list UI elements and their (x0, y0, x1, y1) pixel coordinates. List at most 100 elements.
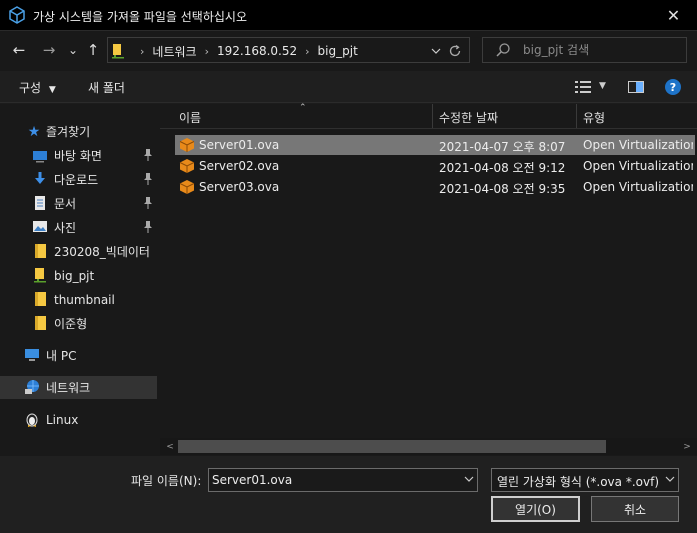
scrollbar-thumb[interactable] (178, 440, 606, 453)
chevron-down-icon (665, 476, 675, 482)
file-type: Open Virtualization Format Archive (583, 138, 693, 152)
filename-combobox[interactable] (208, 468, 478, 492)
organize-label: 구성 (19, 81, 42, 95)
window-title: 가상 시스템을 가져올 파일을 선택하십시오 (33, 10, 247, 24)
file-modified: 2021-04-08 오전 9:35 (439, 182, 566, 196)
breadcrumb-network[interactable]: 네트워크 (152, 43, 196, 60)
file-name: Server02.ova (199, 159, 280, 173)
sidebar-item-this-pc[interactable]: 내 PC (0, 344, 157, 367)
organize-button[interactable]: 구성 ▼ (19, 79, 56, 96)
network-icon (25, 380, 39, 394)
cancel-button[interactable]: 취소 (591, 496, 679, 522)
sidebar-item-big-pjt[interactable]: big_pjt (0, 264, 157, 287)
file-modified: 2021-04-07 오후 8:07 (439, 140, 566, 154)
virtualbox-icon (9, 6, 25, 24)
column-divider[interactable] (432, 104, 433, 128)
chevron-down-icon[interactable] (464, 474, 474, 484)
filename-label: 파일 이름(N): (131, 474, 202, 488)
sidebar-item-label: 즐겨찾기 (46, 125, 91, 139)
address-bar[interactable]: › 네트워크 › 192.168.0.52 › big_pjt (107, 37, 470, 63)
up-arrow-icon: ↑ (86, 41, 100, 59)
linux-icon (26, 413, 38, 427)
sidebar-item-thumbnail[interactable]: thumbnail (0, 288, 157, 311)
breadcrumb: › 네트워크 › 192.168.0.52 › big_pjt (112, 42, 358, 60)
ova-file-icon (179, 138, 195, 152)
document-icon (35, 196, 45, 210)
help-icon[interactable]: ? (665, 79, 681, 95)
column-divider[interactable] (576, 104, 577, 128)
file-type: Open Virtualization Format Archive (583, 159, 693, 173)
search-input[interactable] (523, 41, 683, 59)
pin-icon (144, 149, 152, 161)
sidebar-item-label: 문서 (54, 197, 77, 211)
network-folder-icon (112, 44, 124, 59)
pin-icon (144, 221, 152, 233)
sidebar-item-desktop[interactable]: 바탕 화면 (0, 144, 157, 167)
sidebar-item-network[interactable]: 네트워크 (0, 376, 157, 399)
column-header-row: ⌃ 이름 수정한 날짜 유형 (160, 103, 697, 129)
search-box[interactable] (482, 37, 687, 63)
open-button[interactable]: 열기(O) (491, 496, 580, 522)
breadcrumb-folder[interactable]: big_pjt (318, 44, 358, 58)
search-icon (496, 43, 510, 57)
column-header-type[interactable]: 유형 (583, 109, 605, 126)
file-name: Server01.ova (199, 138, 280, 152)
column-header-name[interactable]: 이름 (179, 109, 201, 126)
folder-icon (35, 292, 46, 306)
forward-button[interactable]: → (38, 39, 60, 61)
pictures-icon (33, 221, 47, 232)
up-button[interactable]: ↑ (82, 39, 104, 61)
refresh-icon[interactable] (448, 44, 462, 58)
recent-locations-button[interactable]: ⌄ (62, 39, 84, 61)
new-folder-button[interactable]: 새 폴더 (88, 79, 125, 96)
file-row[interactable]: Server01.ova 2021-04-07 오후 8:07 Open Vir… (175, 135, 695, 155)
file-modified: 2021-04-08 오전 9:12 (439, 161, 566, 175)
back-button[interactable]: ← (8, 39, 30, 61)
column-header-modified[interactable]: 수정한 날짜 (439, 109, 498, 126)
sidebar-item-pictures[interactable]: 사진 (0, 216, 157, 239)
breadcrumb-separator: › (305, 44, 310, 58)
filename-input[interactable] (212, 472, 452, 488)
view-options-icon[interactable] (575, 81, 591, 93)
sidebar-item-folder-bigdata[interactable]: 230208_빅데이터 (0, 240, 157, 263)
star-icon: ★ (27, 123, 41, 140)
forward-arrow-icon: → (42, 41, 56, 59)
chevron-down-icon: ▼ (48, 85, 56, 95)
sidebar-item-label: 다운로드 (54, 173, 99, 187)
close-button[interactable]: ✕ (650, 0, 697, 31)
ova-file-icon (179, 180, 195, 194)
pin-icon (144, 173, 152, 185)
sidebar-item-label: 이준형 (54, 317, 88, 331)
scroll-right-icon[interactable]: > (679, 440, 695, 453)
pc-icon (25, 349, 39, 361)
filetype-select[interactable]: 열린 가상화 형식 (*.ova *.ovf) (491, 468, 679, 492)
title-bar: 가상 시스템을 가져올 파일을 선택하십시오 ✕ (0, 0, 697, 31)
sidebar-item-label: 바탕 화면 (54, 149, 102, 163)
dialog-footer: 파일 이름(N): 열린 가상화 형식 (*.ova *.ovf) 열기(O) … (0, 456, 697, 533)
sidebar-item-linux[interactable]: Linux (0, 408, 157, 431)
view-dropdown-icon[interactable]: ▼ (599, 81, 606, 91)
address-dropdown-icon[interactable] (431, 46, 441, 56)
sidebar-item-quick-access[interactable]: ★ 즐겨찾기 (0, 120, 157, 143)
sidebar-item-label: 내 PC (46, 349, 77, 363)
file-row[interactable]: Server02.ova 2021-04-08 오전 9:12 Open Vir… (175, 156, 695, 176)
sidebar-item-label: 230208_빅데이터 (54, 245, 150, 259)
file-row[interactable]: Server03.ova 2021-04-08 오전 9:35 Open Vir… (175, 177, 695, 197)
scroll-left-icon[interactable]: < (162, 440, 178, 453)
sidebar-item-documents[interactable]: 문서 (0, 192, 157, 215)
pin-icon (144, 197, 152, 209)
close-icon: ✕ (666, 6, 681, 25)
sidebar-item-label: 사진 (54, 221, 77, 235)
file-list-pane: ⌃ 이름 수정한 날짜 유형 Server01.ova 2021-04-07 오… (160, 103, 697, 456)
file-name: Server03.ova (199, 180, 280, 194)
breadcrumb-host[interactable]: 192.168.0.52 (217, 44, 297, 58)
sidebar-item-downloads[interactable]: 다운로드 (0, 168, 157, 191)
folder-icon (35, 244, 46, 258)
preview-pane-icon[interactable] (628, 81, 644, 93)
sidebar-item-label: 네트워크 (46, 381, 91, 395)
command-bar: 구성 ▼ 새 폴더 ▼ ? (0, 71, 697, 103)
navigation-pane: ★ 즐겨찾기 바탕 화면 다운로드 문서 사진 230208_빅데이터 big_… (0, 104, 160, 456)
horizontal-scrollbar[interactable]: < > (160, 438, 697, 455)
sidebar-item-folder-user[interactable]: 이준형 (0, 312, 157, 335)
sidebar-item-label: thumbnail (54, 292, 115, 307)
